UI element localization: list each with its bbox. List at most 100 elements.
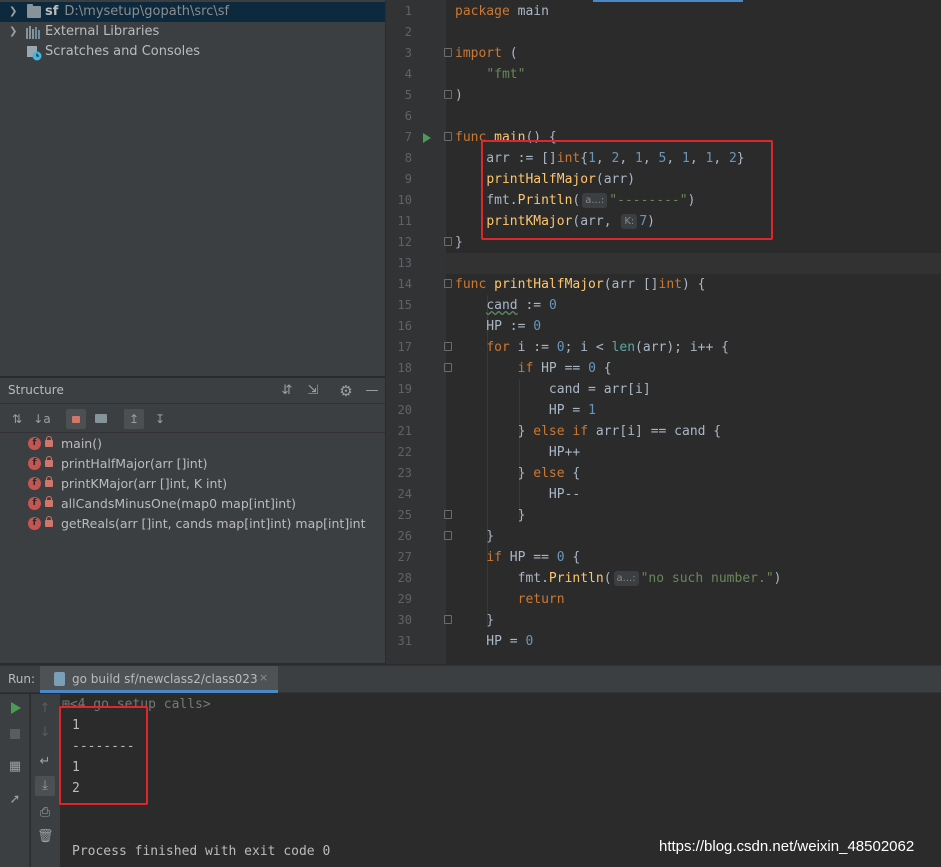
- code-line-18: if HP == 0 {: [517, 361, 612, 376]
- line-number: 14: [397, 277, 412, 291]
- layout-icon[interactable]: ▦: [7, 759, 23, 775]
- expand-all-icon[interactable]: ⇵: [279, 383, 295, 399]
- lock-icon: [45, 436, 53, 447]
- lock-icon: [45, 496, 53, 507]
- tree-item-label: External Libraries: [45, 24, 160, 39]
- code-line-23: } else {: [455, 466, 581, 481]
- tree-item-external-libraries[interactable]: ❯ External Libraries: [0, 22, 385, 42]
- code-line-25: }: [455, 508, 526, 523]
- fold-icon[interactable]: [444, 48, 452, 57]
- fold-icon[interactable]: [444, 531, 452, 540]
- autoscroll-to-source-icon[interactable]: ↥: [124, 409, 144, 429]
- code-line-15: cand := 0: [486, 298, 557, 313]
- stop-icon[interactable]: [10, 729, 20, 739]
- line-number: 19: [397, 382, 412, 396]
- arrow-down-icon[interactable]: ↓: [37, 725, 53, 741]
- code-line-17: for i := 0; i < len(arr); i++ {: [486, 340, 729, 355]
- param-hint: a...:: [613, 571, 639, 586]
- sort-by-visibility-icon[interactable]: ⇅: [7, 409, 27, 429]
- chevron-right-icon[interactable]: ❯: [9, 2, 17, 22]
- line-number: 15: [397, 298, 412, 312]
- scroll-to-end-icon[interactable]: ⤓: [35, 776, 55, 796]
- line-number: 20: [397, 403, 412, 417]
- tree-item-scratches[interactable]: Scratches and Consoles: [0, 42, 385, 62]
- code-line-14: func printHalfMajor(arr []int) {: [455, 277, 706, 292]
- sort-alphabetically-icon[interactable]: ↓a: [32, 409, 52, 429]
- chevron-right-icon[interactable]: ❯: [9, 22, 17, 42]
- line-number: 6: [404, 109, 412, 123]
- code-editor[interactable]: 1 2 3 4 5 6 7 8 9 10 11 12 13 14 15 16 17 18 19 20 21 22 23 24 2…: [386, 0, 941, 664]
- scratch-icon: [26, 45, 42, 61]
- highlight-box: [481, 140, 773, 240]
- pin-icon[interactable]: ➚: [7, 792, 23, 808]
- structure-item-label: printHalfMajor(arr []int): [61, 456, 208, 471]
- run-gutter-icon[interactable]: [423, 133, 431, 143]
- function-icon: f: [28, 437, 41, 450]
- print-icon[interactable]: ⎙: [37, 805, 53, 821]
- minimize-icon[interactable]: —: [364, 383, 380, 399]
- code-line-27: if HP == 0 {: [486, 550, 581, 565]
- go-build-icon: [54, 672, 65, 686]
- line-number: 31: [397, 634, 412, 648]
- fold-icon[interactable]: [444, 342, 452, 351]
- lock-icon: [45, 456, 53, 467]
- structure-item-printkmajor[interactable]: f printKMajor(arr []int, K int): [0, 474, 385, 494]
- function-icon: f: [28, 517, 41, 530]
- line-number: 22: [397, 445, 412, 459]
- tree-item-sf[interactable]: ❯ sf D:\mysetup\gopath\src\sf: [0, 2, 385, 22]
- arrow-up-icon[interactable]: ↑: [37, 701, 53, 717]
- fold-icon[interactable]: [444, 237, 452, 246]
- structure-item-getreals[interactable]: f getReals(arr []int, cands map[int]int)…: [0, 514, 385, 534]
- run-tool-window: Run: go build sf/newclass2/class023 × ▦ …: [0, 665, 941, 867]
- line-number: 30: [397, 613, 412, 627]
- run-config-tab[interactable]: go build sf/newclass2/class023 ×: [40, 666, 278, 693]
- line-number: 27: [397, 550, 412, 564]
- code-line-1: package main: [455, 4, 549, 19]
- code-line-20: HP = 1: [455, 403, 596, 418]
- structure-item-label: printKMajor(arr []int, K int): [61, 476, 228, 491]
- line-number: 23: [397, 466, 412, 480]
- structure-item-main[interactable]: f main(): [0, 434, 385, 454]
- lock-icon: [45, 476, 53, 487]
- show-fields-icon[interactable]: [91, 409, 111, 429]
- run-console-toolbar: ↑ ↓ ↵ ⤓ ⎙ 🗑: [31, 694, 60, 867]
- line-number: 4: [404, 67, 412, 81]
- line-number: 25: [397, 508, 412, 522]
- function-icon: f: [28, 497, 41, 510]
- structure-toolbar: ⇅ ↓a ↥ ↧: [0, 405, 385, 433]
- process-finished-line: Process finished with exit code 0: [72, 844, 331, 859]
- line-number: 18: [397, 361, 412, 375]
- fold-icon[interactable]: [444, 279, 452, 288]
- collapse-all-icon[interactable]: ⇲: [305, 383, 321, 399]
- fold-icon[interactable]: [444, 90, 452, 99]
- line-number: 11: [397, 214, 412, 228]
- rerun-icon[interactable]: [11, 702, 21, 714]
- line-number: 1: [404, 4, 412, 18]
- fold-icon[interactable]: [444, 510, 452, 519]
- show-non-public-icon[interactable]: [66, 409, 86, 429]
- tree-item-path: D:\mysetup\gopath\src\sf: [64, 4, 230, 19]
- project-tool-window: ❯ sf D:\mysetup\gopath\src\sf ❯ External …: [0, 0, 385, 376]
- line-number: 2: [404, 25, 412, 39]
- code-line-28: fmt.Println(a...: "no such number."): [455, 571, 782, 586]
- autoscroll-from-source-icon[interactable]: ↧: [150, 409, 170, 429]
- fold-icon[interactable]: [444, 363, 452, 372]
- fold-icon[interactable]: [444, 132, 452, 141]
- structure-item-allcandsminusone[interactable]: f allCandsMinusOne(map0 map[int]int): [0, 494, 385, 514]
- gear-icon[interactable]: ⚙: [338, 383, 354, 399]
- structure-item-label: getReals(arr []int, cands map[int]int) m…: [61, 516, 366, 531]
- tree-item-label: Scratches and Consoles: [45, 44, 201, 59]
- line-number: 7: [404, 130, 412, 144]
- code-line-4: "fmt": [486, 67, 526, 82]
- line-number: 3: [404, 46, 412, 60]
- structure-item-printhalfmajor[interactable]: f printHalfMajor(arr []int): [0, 454, 385, 474]
- trash-icon[interactable]: 🗑: [37, 829, 54, 845]
- close-icon[interactable]: ×: [259, 671, 268, 684]
- line-number: 9: [404, 172, 412, 186]
- soft-wrap-icon[interactable]: ↵: [37, 754, 53, 770]
- fold-icon[interactable]: [444, 615, 452, 624]
- line-number: 26: [397, 529, 412, 543]
- structure-item-label: allCandsMinusOne(map0 map[int]int): [61, 496, 296, 511]
- code-line-22: HP++: [455, 445, 581, 460]
- line-number: 5: [404, 88, 412, 102]
